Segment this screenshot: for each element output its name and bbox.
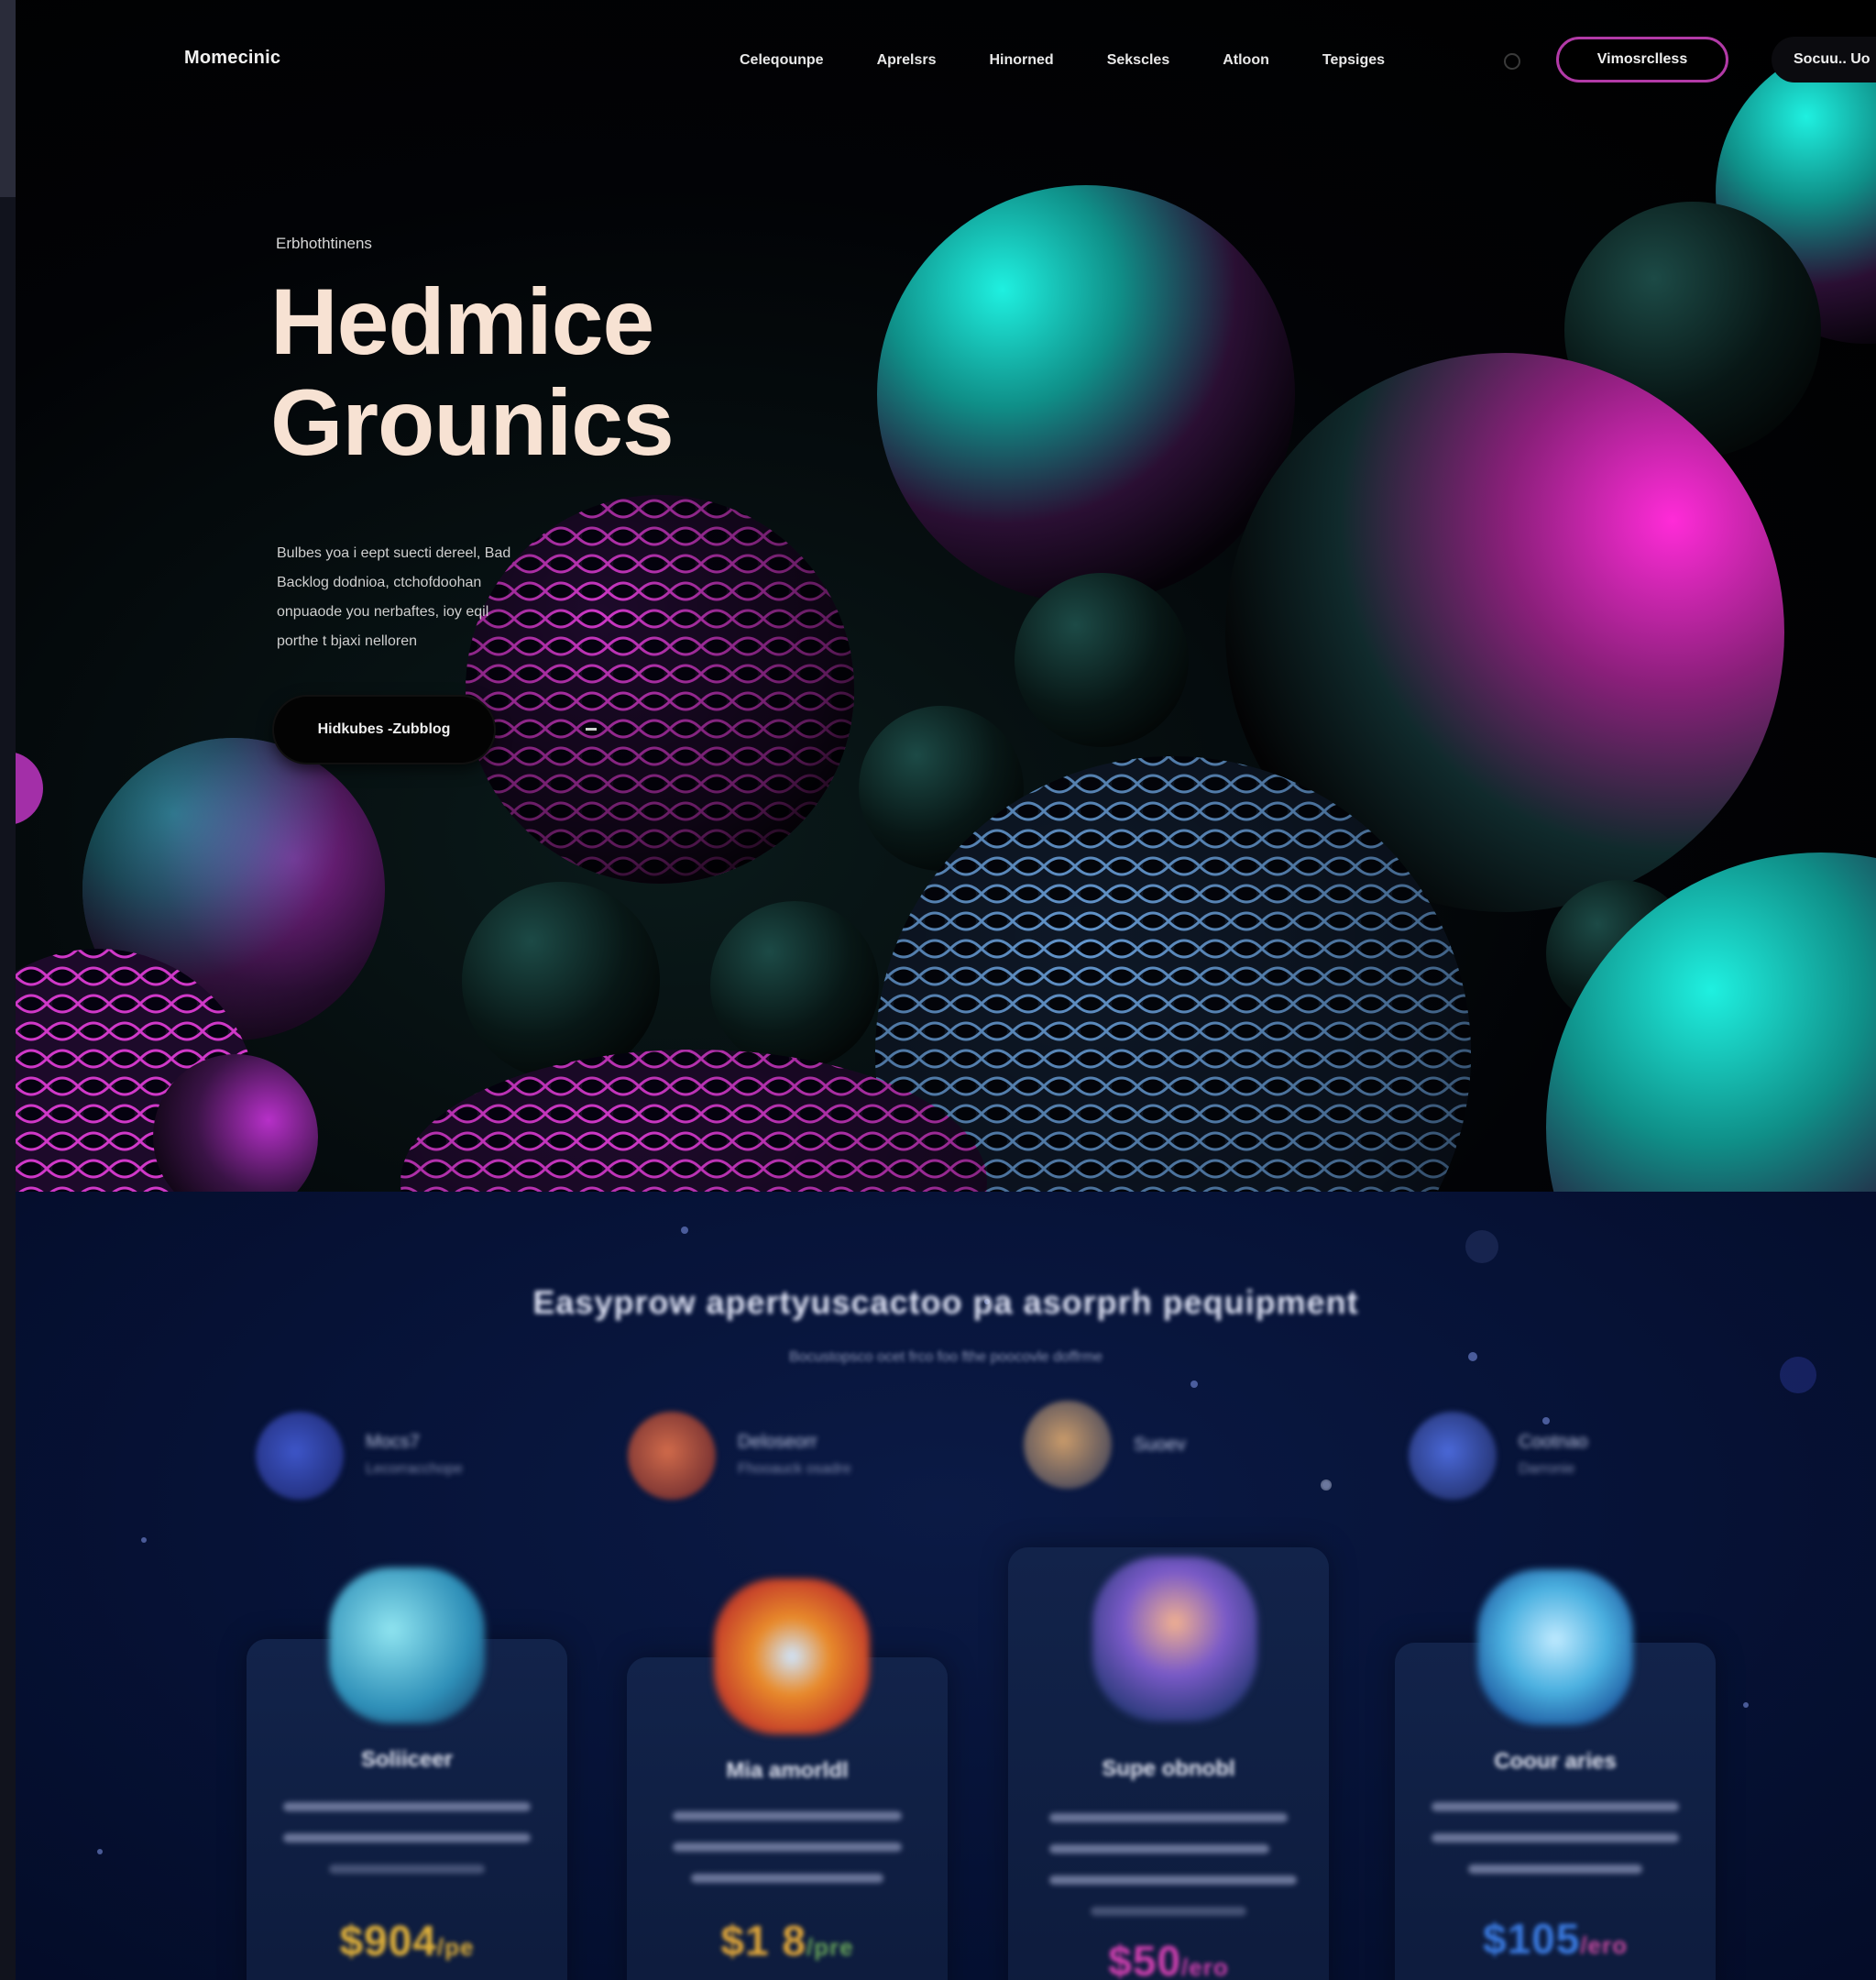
- card-price: $50/ero: [1008, 1936, 1329, 1980]
- card-text-line: [283, 1833, 531, 1842]
- persona-role: Lecorracchope: [366, 1461, 463, 1477]
- card-price-value: $105: [1482, 1915, 1581, 1963]
- pricing-title: Easyprow apertyuscactoo pa asorprh pequi…: [532, 1283, 1359, 1321]
- nav-link-3[interactable]: Hinorned: [989, 52, 1053, 69]
- hero-title-line-1: Hedmice: [270, 270, 654, 374]
- pricing-card-4[interactable]: Coour aries $105/ero: [1395, 1569, 1716, 1980]
- card-price-value: $904: [339, 1917, 437, 1964]
- arrow-icon[interactable]: [586, 728, 597, 731]
- pricing-card-1[interactable]: Soliiceer $904/pe: [247, 1568, 567, 1980]
- card-price-unit: /pre: [806, 1933, 854, 1961]
- card-text-line: [329, 1864, 485, 1874]
- avatar: [1409, 1412, 1497, 1500]
- card-price-unit: /ero: [1181, 1953, 1229, 1980]
- product-illustration: [1092, 1556, 1257, 1722]
- card-price-unit: /pe: [436, 1933, 475, 1961]
- persona-name: Mocs7: [366, 1432, 420, 1452]
- card-price: $904/pe: [247, 1916, 567, 1965]
- card-price-unit: /ero: [1580, 1931, 1629, 1959]
- persona-name: Suoev: [1134, 1435, 1186, 1455]
- hero-primary-button[interactable]: Hidkubes -Zubblog: [274, 697, 494, 763]
- nav-cta-button[interactable]: Vimosrclless: [1556, 37, 1728, 82]
- avatar: [628, 1412, 716, 1500]
- persona-role: Darronie: [1519, 1461, 1575, 1477]
- persona-1: Mocs7 Lecorracchope: [256, 1412, 463, 1500]
- brand-logo[interactable]: Momecinic: [184, 48, 280, 69]
- product-illustration: [1477, 1569, 1633, 1725]
- top-navigation: Momecinic Celeqounpe Aprelsrs Hinorned S…: [16, 0, 1876, 119]
- avatar: [256, 1412, 344, 1500]
- hero-eyebrow: Erbhothtinens: [276, 235, 372, 252]
- card-price-value: $1 8: [720, 1917, 806, 1964]
- hero-description: Bulbes yoa i eept suecti dereel, Bad Bac…: [277, 539, 588, 656]
- pricing-subtitle: Bocustopsco ocet frco foo fthe poocovle …: [788, 1349, 1103, 1365]
- pricing-card-3[interactable]: Supe obnobl $50/ero: [1008, 1547, 1329, 1980]
- card-text-line: [1091, 1907, 1246, 1916]
- card-text-line: [1049, 1813, 1288, 1822]
- product-illustration: [714, 1578, 870, 1734]
- card-text-line: [1468, 1864, 1642, 1874]
- card-text-line: [1049, 1876, 1297, 1885]
- persona-name: Cootnao: [1519, 1432, 1588, 1452]
- card-title: Coour aries: [1494, 1749, 1617, 1774]
- pricing-section: Easyprow apertyuscactoo pa asorprh pequi…: [16, 1192, 1876, 1980]
- card-title: Supe obnobl: [1102, 1756, 1235, 1781]
- persona-4: Cootnao Darronie: [1409, 1412, 1588, 1500]
- search-icon[interactable]: [1504, 53, 1520, 70]
- card-title: Mia amorldl: [726, 1758, 849, 1783]
- nav-link-6[interactable]: Tepsiges: [1322, 52, 1385, 69]
- card-title: Soliiceer: [360, 1747, 454, 1772]
- hero-description-line: onpuaode you nerbaftes, ioy eqil: [277, 604, 489, 620]
- hero-description-line: Bulbes yoa i eept suecti dereel, Bad: [277, 545, 511, 561]
- persona-name: Deloseorr: [738, 1432, 817, 1452]
- card-text-line: [673, 1811, 902, 1820]
- nav-link-4[interactable]: Sekscles: [1107, 52, 1170, 69]
- nav-link-5[interactable]: Atloon: [1223, 52, 1269, 69]
- card-text-line: [1432, 1833, 1679, 1842]
- avatar: [1024, 1401, 1112, 1489]
- nav-secondary-button[interactable]: Socuu.. Uo: [1772, 37, 1876, 82]
- card-price: $105/ero: [1395, 1914, 1716, 1964]
- nav-links: Celeqounpe Aprelsrs Hinorned Sekscles At…: [740, 52, 1438, 69]
- hero-title-line-2: Grounics: [270, 370, 675, 475]
- hero-description-line: Backlog dodnioa, ctchofdoohan: [277, 575, 482, 590]
- card-text-line: [673, 1842, 902, 1852]
- persona-3: Suoev: [1024, 1401, 1186, 1489]
- persona-role: Fhooauck osadre: [738, 1461, 851, 1477]
- window-frame-edge: [0, 0, 16, 1980]
- window-frame-edge-top: [0, 0, 16, 197]
- card-text-line: [1432, 1802, 1679, 1811]
- card-price-value: $50: [1108, 1937, 1182, 1980]
- card-price: $1 8/pre: [627, 1916, 948, 1965]
- product-illustration: [329, 1568, 485, 1723]
- persona-2: Deloseorr Fhooauck osadre: [628, 1412, 851, 1500]
- card-text-line: [691, 1874, 883, 1883]
- card-text-line: [283, 1802, 531, 1811]
- hero-section: Momecinic Celeqounpe Aprelsrs Hinorned S…: [16, 0, 1876, 1192]
- hero-title: Hedmice Grounics: [270, 270, 675, 475]
- nav-link-2[interactable]: Aprelsrs: [877, 52, 937, 69]
- nav-link-1[interactable]: Celeqounpe: [740, 52, 824, 69]
- card-text-line: [1049, 1844, 1269, 1854]
- hero-description-line: porthe t bjaxi nelloren: [277, 633, 417, 649]
- pricing-card-2[interactable]: Mia amorldl $1 8/pre: [627, 1578, 948, 1980]
